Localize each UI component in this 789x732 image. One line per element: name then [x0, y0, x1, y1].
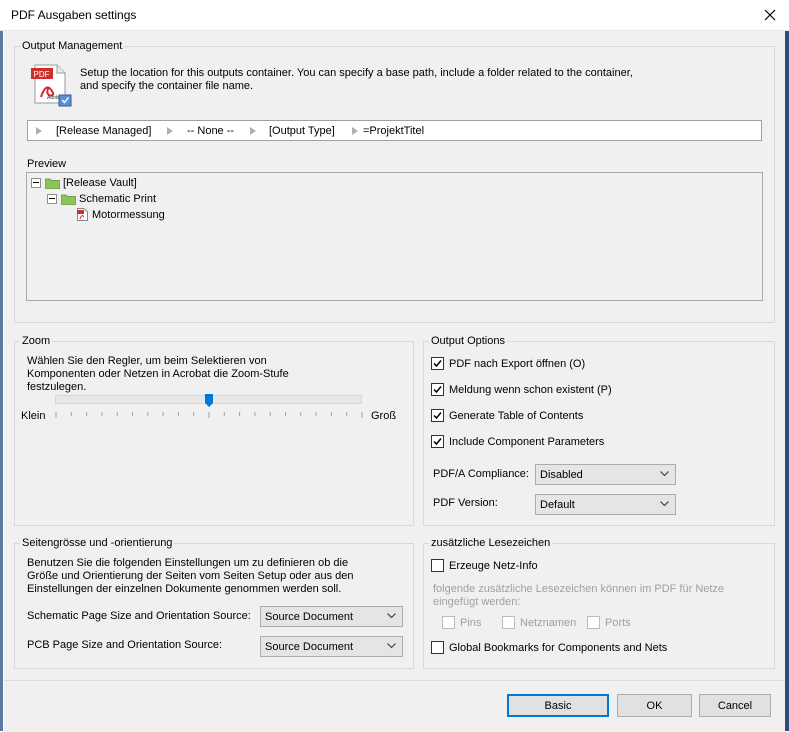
- zoom-max-label: Groß: [371, 410, 397, 422]
- zoom-description-2: Komponenten oder Netzen in Acrobat die Z…: [27, 368, 289, 380]
- schematic-source-select[interactable]: Source Document: [260, 606, 403, 627]
- chevron-down-icon: [387, 643, 396, 649]
- page-size-description-2: Größe und Orientierung der Seiten vom Se…: [27, 570, 354, 582]
- create-net-info-checkbox[interactable]: Erzeuge Netz-Info: [431, 559, 538, 572]
- path-arrow-icon: [352, 127, 358, 135]
- open-after-export-checkbox[interactable]: PDF nach Export öffnen (O): [431, 357, 585, 370]
- chevron-down-icon: [387, 613, 396, 619]
- zoom-title: Zoom: [20, 335, 53, 347]
- output-options-title: Output Options: [429, 335, 507, 347]
- select-value: Source Document: [265, 610, 354, 623]
- window-edge-left: [0, 31, 3, 731]
- pins-checkbox[interactable]: Pins: [442, 616, 481, 629]
- bookmarks-hint-1: folgende zusätzliche Lesezeichen können …: [433, 583, 725, 595]
- svg-text:PDF: PDF: [34, 70, 50, 79]
- page-size-description-1: Benutzen Sie die folgenden Einstellungen…: [27, 557, 349, 569]
- check-icon: [433, 438, 442, 446]
- zoom-slider-thumb[interactable]: [204, 394, 213, 407]
- tree-item-label: [Release Vault]: [63, 177, 137, 189]
- checkbox-label: PDF nach Export öffnen (O): [449, 357, 586, 370]
- pcb-source-select[interactable]: Source Document: [260, 636, 403, 657]
- path-arrow-icon: [250, 127, 256, 135]
- path-segment-type[interactable]: [Output Type]: [269, 125, 335, 137]
- page-size-description-3: Einstellungen der einzelnen Dokumente ge…: [27, 583, 342, 595]
- page-size-title: Seitengrösse und -orientierung: [20, 537, 175, 549]
- path-arrow-icon: [167, 127, 173, 135]
- zoom-min-label: Klein: [21, 410, 46, 422]
- close-icon: [764, 9, 776, 21]
- window-edge: [785, 31, 789, 731]
- check-icon: [433, 386, 442, 394]
- folder-icon: [61, 194, 76, 205]
- path-segment-folder[interactable]: -- None --: [187, 125, 234, 137]
- zoom-description-3: festzulegen.: [27, 381, 87, 393]
- check-icon: [433, 360, 442, 368]
- checkbox-label: Include Component Parameters: [449, 435, 605, 448]
- folder-icon: [45, 178, 60, 189]
- path-arrow-icon: [36, 127, 42, 135]
- tree-item-schematic-print[interactable]: Schematic Print: [47, 193, 156, 205]
- bookmarks-hint-2: eingefügt werden:: [433, 596, 521, 608]
- checkbox-label: Meldung wenn schon existent (P): [449, 383, 612, 396]
- tree-item-release-vault[interactable]: [Release Vault]: [31, 177, 137, 189]
- pdfa-compliance-select[interactable]: Disabled: [535, 464, 676, 485]
- generate-toc-checkbox[interactable]: Generate Table of Contents: [431, 409, 583, 422]
- collapse-icon[interactable]: [31, 178, 41, 188]
- select-value: Default: [540, 498, 575, 511]
- pdf-version-select[interactable]: Default: [535, 494, 676, 515]
- zoom-description-1: Wählen Sie den Regler, um beim Selektier…: [27, 355, 267, 367]
- pdfa-compliance-label: PDF/A Compliance:: [433, 468, 529, 480]
- checkbox-label: Generate Table of Contents: [449, 409, 584, 422]
- schematic-source-label: Schematic Page Size and Orientation Sour…: [27, 610, 251, 622]
- output-management-description-1: Setup the location for this outputs cont…: [80, 67, 633, 79]
- cancel-button[interactable]: Cancel: [699, 694, 771, 717]
- tree-item-motormessung[interactable]: Motormessung: [77, 208, 165, 221]
- pcb-source-label: PCB Page Size and Orientation Source:: [27, 639, 223, 651]
- output-path-bar[interactable]: [Release Managed] -- None -- [Output Typ…: [27, 120, 762, 141]
- output-management-description-2: and specify the container file name.: [80, 80, 254, 92]
- window-title: PDF Ausgaben settings: [11, 8, 137, 22]
- check-icon: [433, 412, 442, 420]
- path-segment-base[interactable]: [Release Managed]: [56, 125, 151, 137]
- select-value: Disabled: [540, 468, 583, 481]
- chevron-down-icon: [660, 471, 669, 477]
- zoom-slider-ticks: [55, 409, 363, 418]
- preview-label: Preview: [27, 158, 67, 170]
- preview-tree[interactable]: [Release Vault] Schematic Print Motormes…: [26, 172, 763, 301]
- pdf-document-icon: PDF Adobe: [29, 63, 73, 107]
- close-button[interactable]: [758, 3, 782, 27]
- warn-if-exists-checkbox[interactable]: Meldung wenn schon existent (P): [431, 383, 612, 396]
- select-value: Source Document: [265, 640, 354, 653]
- basic-button[interactable]: Basic: [507, 694, 609, 717]
- checkbox-label: Ports: [605, 616, 631, 629]
- global-bookmarks-checkbox[interactable]: Global Bookmarks for Components and Nets: [431, 641, 667, 654]
- tree-item-label: Motormessung: [92, 208, 165, 221]
- checkbox-label: Global Bookmarks for Components and Nets: [449, 641, 668, 654]
- ok-button[interactable]: OK: [617, 694, 692, 717]
- bookmarks-title: zusätzliche Lesezeichen: [429, 537, 553, 549]
- checkbox-label: Netznamen: [520, 616, 577, 629]
- output-management-title: Output Management: [20, 40, 125, 52]
- checkbox-label: Erzeuge Netz-Info: [449, 559, 538, 572]
- ports-checkbox[interactable]: Ports: [587, 616, 631, 629]
- chevron-down-icon: [660, 501, 669, 507]
- netnames-checkbox[interactable]: Netznamen: [502, 616, 576, 629]
- collapse-icon[interactable]: [47, 194, 57, 204]
- tree-item-label: Schematic Print: [79, 193, 157, 205]
- path-segment-filename[interactable]: =ProjektTitel: [363, 125, 424, 137]
- pdf-file-icon: [77, 208, 88, 221]
- pdf-version-label: PDF Version:: [433, 497, 498, 509]
- checkbox-label: Pins: [460, 616, 482, 629]
- include-component-parameters-checkbox[interactable]: Include Component Parameters: [431, 435, 604, 448]
